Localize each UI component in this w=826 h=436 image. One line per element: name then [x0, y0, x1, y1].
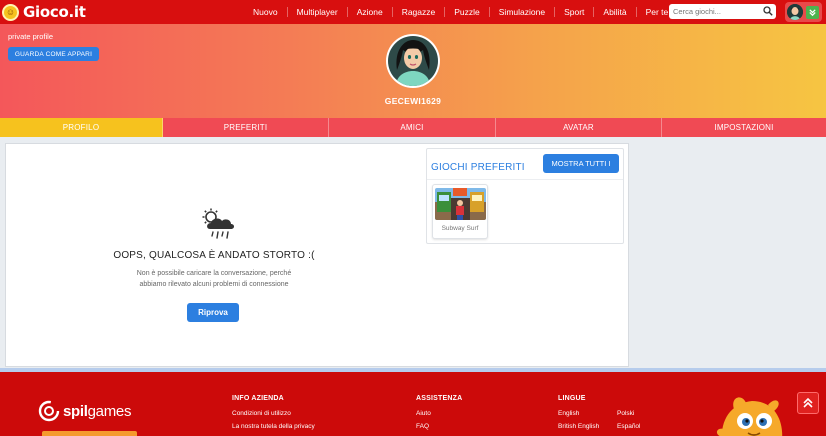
- site-logo[interactable]: ☺ Gioco.it: [2, 3, 86, 21]
- footer-heading: LINGUE: [558, 395, 586, 402]
- nav-item-simulazione[interactable]: Simulazione: [490, 7, 556, 17]
- tab-avatar[interactable]: AVATAR: [496, 118, 662, 137]
- tab-preferiti[interactable]: PREFERITI: [163, 118, 329, 137]
- retry-button[interactable]: Riprova: [187, 303, 239, 322]
- error-message-line-1: Non è possibile caricare la conversazion…: [136, 270, 292, 277]
- error-message: Non è possibile caricare la conversazion…: [98, 268, 330, 290]
- double-chevron-up-icon: [803, 397, 813, 408]
- user-avatar: [787, 4, 803, 20]
- tab-impostazioni[interactable]: IMPOSTAZIONI: [662, 118, 826, 137]
- nav-item-nuovo[interactable]: Nuovo: [244, 7, 288, 17]
- footer-column-info-azienda: INFO AZIENDA Condizioni di utilizzo La n…: [232, 395, 315, 433]
- mascot-character-image: [717, 397, 783, 436]
- footer-column-assistenza: ASSISTENZA Aiuto FAQ: [416, 395, 462, 433]
- chevron-down-icon: [806, 5, 819, 19]
- footer-column-lingue: LINGUE English Polski British English Es…: [558, 395, 657, 433]
- view-as-others-button[interactable]: GUARDA COME APPARI: [8, 47, 99, 61]
- footer-link-privacy[interactable]: La nostra tutela della privacy: [232, 421, 315, 434]
- nav-item-abilita[interactable]: Abilità: [594, 7, 637, 17]
- profile-avatar[interactable]: [386, 34, 440, 88]
- user-menu-button[interactable]: [785, 2, 822, 22]
- logo-mascot-icon: ☺: [2, 3, 19, 21]
- search-input[interactable]: [669, 7, 759, 16]
- nav-item-sport[interactable]: Sport: [555, 7, 595, 17]
- footer-link-aiuto[interactable]: Aiuto: [416, 408, 462, 421]
- top-navigation-bar: ☺ Gioco.it Nuovo Multiplayer Azione Raga…: [0, 0, 826, 24]
- footer-orange-tab: [42, 431, 137, 436]
- tab-profilo[interactable]: PROFILO: [0, 118, 163, 137]
- favorite-games-title: GIOCHI PREFERITI: [431, 162, 525, 173]
- scroll-to-top-button[interactable]: [797, 392, 819, 414]
- profile-username: GECEWI1629: [384, 96, 442, 106]
- main-menu: Nuovo Multiplayer Azione Ragazze Puzzle …: [244, 0, 677, 24]
- language-link-british-english[interactable]: British English: [558, 421, 617, 434]
- show-all-favorites-button[interactable]: MOSTRA TUTTI I: [543, 154, 619, 173]
- nav-item-azione[interactable]: Azione: [348, 7, 393, 17]
- game-card-subway-surf[interactable]: Subway Surf: [432, 184, 488, 239]
- language-link-english[interactable]: English: [558, 408, 617, 421]
- language-link-espanol[interactable]: Español: [617, 421, 657, 434]
- spilgames-logo-icon: [38, 400, 60, 422]
- profile-tabs: PROFILO PREFERITI AMICI AVATAR IMPOSTAZI…: [0, 118, 826, 137]
- nav-item-puzzle[interactable]: Puzzle: [445, 7, 490, 17]
- tab-amici[interactable]: AMICI: [329, 118, 496, 137]
- search-box: [669, 4, 776, 19]
- game-name: Subway Surf: [441, 225, 479, 232]
- language-list: English Polski British English Español: [558, 408, 657, 433]
- nav-item-multiplayer[interactable]: Multiplayer: [288, 7, 348, 17]
- error-title: OOPS, QUALCOSA È ANDATO STORTO :(: [113, 250, 315, 261]
- spilgames-logo[interactable]: spilgames: [38, 400, 131, 422]
- footer-heading: ASSISTENZA: [416, 395, 463, 402]
- divider: [427, 179, 623, 180]
- footer-link-faq[interactable]: FAQ: [416, 421, 462, 434]
- site-footer: spilgames INFO AZIENDA Condizioni di uti…: [0, 372, 826, 436]
- error-message-line-2: abbiamo rilevato alcuni problemi di conn…: [139, 281, 289, 288]
- profile-content-panel: OOPS, QUALCOSA È ANDATO STORTO :( Non è …: [5, 143, 629, 367]
- favorite-games-box: GIOCHI PREFERITI MOSTRA TUTTI I Subway S…: [426, 148, 624, 244]
- footer-heading: INFO AZIENDA: [232, 395, 284, 402]
- profile-banner: private profile GUARDA COME APPARI GECEW…: [0, 24, 826, 118]
- site-logo-text: Gioco.it: [23, 3, 86, 21]
- private-profile-label: private profile: [8, 32, 54, 41]
- search-icon[interactable]: [763, 6, 773, 16]
- nav-item-ragazze[interactable]: Ragazze: [393, 7, 446, 17]
- footer-link-terms[interactable]: Condizioni di utilizzo: [232, 408, 315, 421]
- cloud-rain-sun-icon: [202, 208, 234, 239]
- game-thumbnail: [435, 188, 486, 220]
- language-link-polski[interactable]: Polski: [617, 408, 657, 421]
- spilgames-logo-text: spilgames: [63, 402, 132, 420]
